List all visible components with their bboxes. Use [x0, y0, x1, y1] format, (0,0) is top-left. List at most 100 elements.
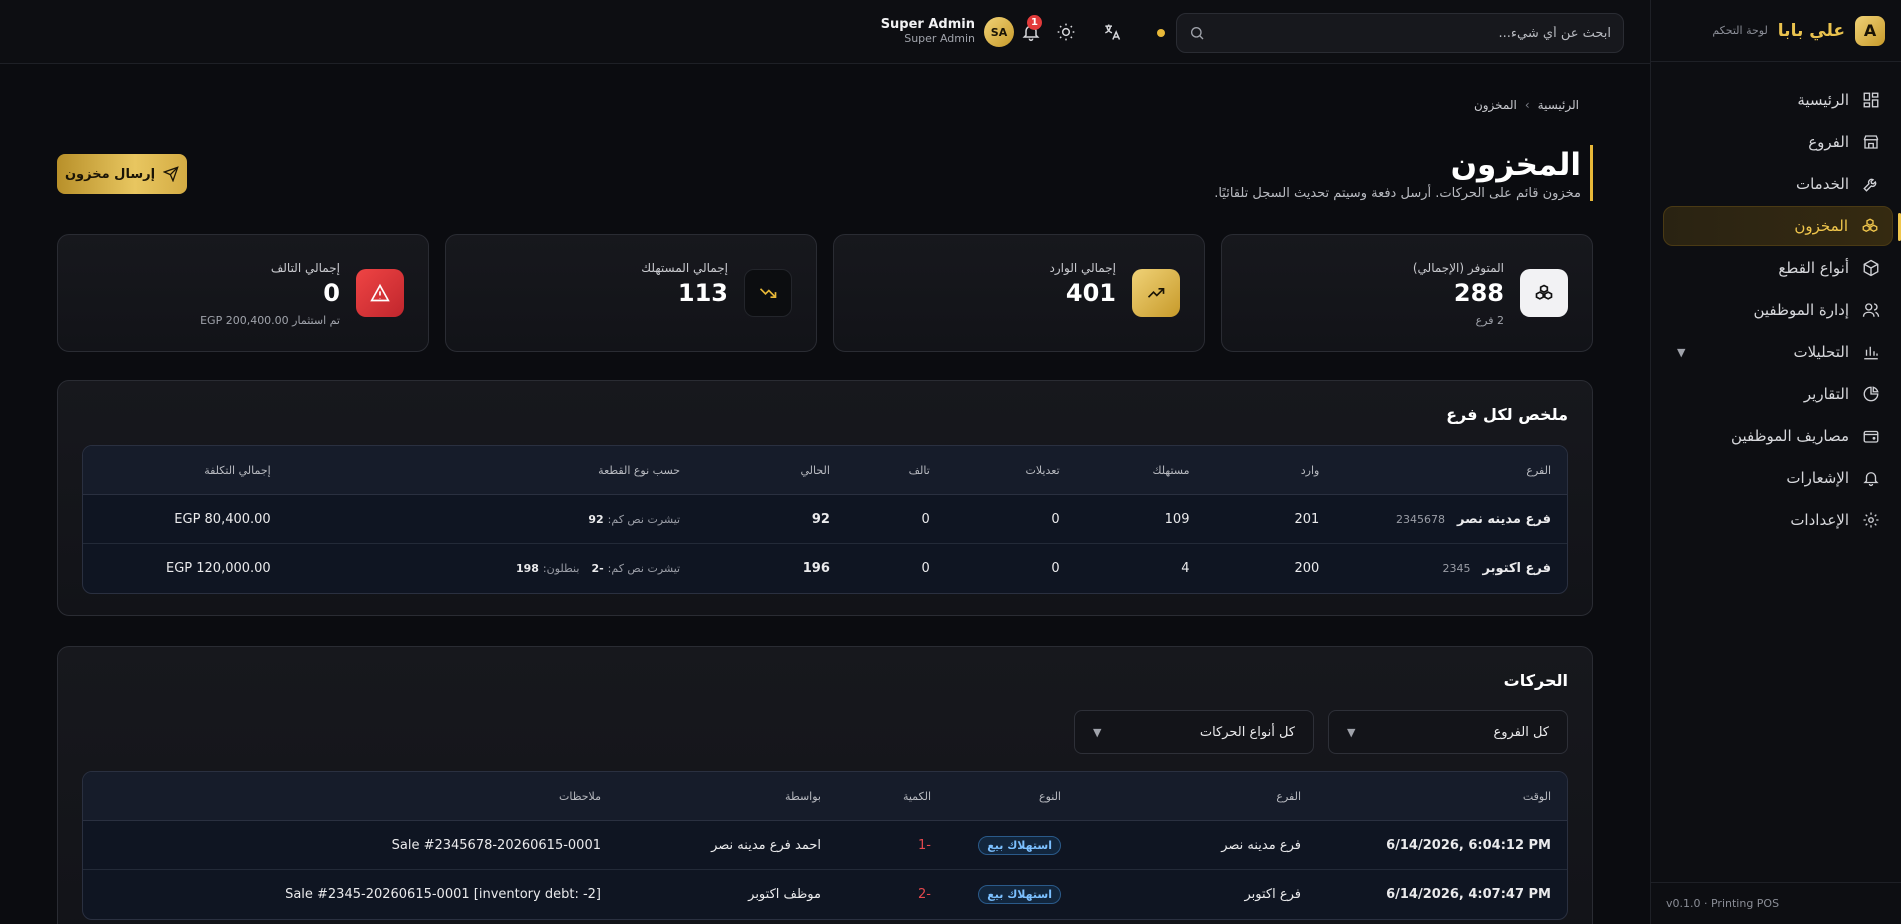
table-row[interactable]: 6/14/2026, 4:07:47 PM فرع اكتوبر استهلاك ب… — [83, 870, 1567, 919]
chevron-down-icon: ▼ — [1093, 725, 1102, 739]
sidebar-item-10[interactable]: الإعدادات — [1663, 500, 1893, 540]
brand-subtitle: لوحة التحكم — [1712, 24, 1768, 37]
sidebar-item-1[interactable]: الفروع — [1663, 122, 1893, 162]
breadcrumb: الرئيسية › المخزون — [1474, 98, 1579, 112]
stat-value: 401 — [1065, 279, 1116, 307]
summary-column-header: تالف — [908, 463, 930, 477]
by-type-cell: تيشرت نص كم:-2 بنطلون:198 — [287, 561, 696, 576]
summary-table-body: فرع مدينه نصر2345678 201 109 0 0 92 تيشرت نص ك… — [83, 495, 1567, 593]
adjustments-cell: 0 — [1051, 511, 1060, 527]
send-inventory-label: إرسال مخزون — [64, 166, 156, 182]
quantity-cell: -2 — [918, 887, 931, 902]
notifications-bell-icon[interactable]: 1 — [1017, 15, 1045, 46]
movement-type-badge: استهلاك بيع — [978, 835, 1061, 855]
sidebar-nav: الرئيسية الفروع الخدمات المخزون أنواع القطع إ… — [1651, 62, 1901, 540]
damaged-cell: 0 — [921, 561, 930, 576]
part-type-name: تيشرت نص كم: — [607, 562, 681, 575]
branch-code: 2345678 — [1396, 512, 1446, 526]
chevron-down-icon[interactable]: ▼ — [1677, 346, 1685, 359]
table-row[interactable]: فرع مدينه نصر2345678 201 109 0 0 92 تيشرت نص ك… — [83, 495, 1567, 544]
translate-icon[interactable] — [1098, 18, 1126, 46]
dashboard-icon — [1861, 90, 1881, 110]
stat-card-available: المتوفر (الإجمالي) 288 2 فرع — [1221, 234, 1593, 352]
stat-value: 113 — [677, 279, 728, 307]
summary-column-header: إجمالي التكلفة — [204, 463, 271, 477]
sidebar-item-9[interactable]: الإشعارات — [1663, 458, 1893, 498]
sidebar-item-5[interactable]: إدارة الموظفين — [1663, 290, 1893, 330]
sidebar-item-3[interactable]: المخزون — [1663, 206, 1901, 246]
sidebar-item-8[interactable]: مصاريف الموظفين — [1663, 416, 1893, 456]
gear-icon — [1861, 510, 1881, 530]
sidebar-item-label: مصاريف الموظفين — [1731, 427, 1849, 445]
boxes-icon — [1520, 269, 1568, 317]
search-bar[interactable] — [1176, 13, 1624, 53]
sidebar-item-label: التقارير — [1803, 385, 1849, 403]
movements-card: الحركات كل الفروع ▼ كل أنواع الحركات ▼ ا… — [57, 646, 1593, 924]
stat-label: المتوفر (الإجمالي) — [1412, 261, 1504, 275]
movements-table: الوقت الفرع النوع الكمية بواسطة ملاحظات 6/14/… — [82, 771, 1568, 920]
branch-cell: فرع اكتوبر — [1244, 887, 1301, 902]
stats-row: المتوفر (الإجمالي) 288 2 فرع إجمالي الوا… — [57, 234, 1593, 352]
boxes-icon — [1860, 216, 1880, 236]
summary-column-header: الحالي — [800, 463, 830, 477]
total-cost-cell: EGP 80,400.00 — [174, 511, 271, 527]
type-cell: استهلاك بيع — [947, 885, 1077, 904]
search-input[interactable] — [1215, 25, 1611, 41]
chevron-down-icon: ▼ — [1347, 725, 1356, 739]
movements-table-header: الوقت الفرع النوع الكمية بواسطة ملاحظات — [83, 772, 1567, 821]
stat-footnote: 2 فرع — [1475, 314, 1504, 327]
sidebar-item-4[interactable]: أنواع القطع — [1663, 248, 1893, 288]
performed-by-cell: احمد فرع مدينه نصر — [711, 837, 821, 853]
trending-down-icon — [744, 269, 792, 317]
version-label: v0.1.0 · Printing POS — [1650, 882, 1901, 924]
damaged-cell: 0 — [921, 511, 930, 527]
avatar[interactable]: SA — [984, 17, 1014, 47]
summary-table-header: الفرع وارد مستهلك تعديلات تالف الحالي حسب نوع … — [83, 446, 1567, 495]
user-name: Super Admin — [880, 17, 975, 32]
current-cell: 92 — [811, 511, 830, 527]
user-role: Super Admin — [904, 32, 975, 45]
movements-table-body: 6/14/2026, 6:04:12 PM فرع مدينه نصر استهلا… — [83, 821, 1567, 919]
sidebar: A علي بابا لوحة التحكم الرئيسية الفروع الخ… — [1650, 0, 1901, 924]
notification-badge: 1 — [1027, 15, 1042, 30]
stat-card-consumed: إجمالي المستهلك 113 — [445, 234, 817, 352]
sidebar-item-label: الفروع — [1808, 133, 1849, 151]
movements-column-header: النوع — [1039, 789, 1061, 803]
summary-table: الفرع وارد مستهلك تعديلات تالف الحالي حسب نوع … — [82, 445, 1568, 594]
sidebar-item-label: الرئيسية — [1797, 91, 1849, 109]
sidebar-item-label: الإعدادات — [1790, 511, 1849, 529]
table-row[interactable]: 6/14/2026, 6:04:12 PM فرع مدينه نصر استهلا… — [83, 821, 1567, 870]
sidebar-item-6[interactable]: التحليلات ▼ — [1663, 332, 1893, 372]
branch-summary-card: ملخص لكل فرع الفرع وارد مستهلك تعديلات تالف ا… — [57, 380, 1593, 616]
page-subtitle: مخزون قائم على الحركات. أرسل دفعة وسيتم … — [1214, 186, 1581, 201]
user-info[interactable]: Super Admin Super Admin — [881, 17, 975, 45]
stat-card-incoming: إجمالي الوارد 401 — [833, 234, 1205, 352]
movements-title: الحركات — [1503, 671, 1568, 690]
type-filter-select[interactable]: كل أنواع الحركات ▼ — [1074, 710, 1314, 754]
send-inventory-button[interactable]: إرسال مخزون — [57, 154, 187, 194]
breadcrumb-home[interactable]: الرئيسية — [1538, 98, 1579, 112]
stat-label: إجمالي المستهلك — [641, 261, 728, 275]
table-row[interactable]: فرع اكتوبر 2345 200 4 0 0 196 تيشرت نص كم:-2 بنط… — [83, 544, 1567, 593]
theme-toggle-icon[interactable] — [1052, 18, 1080, 46]
current-cell: 196 — [802, 561, 830, 576]
sidebar-item-0[interactable]: الرئيسية — [1663, 80, 1893, 120]
part-type-qty: 92 — [588, 512, 604, 526]
sidebar-item-label: المخزون — [1794, 217, 1848, 235]
performed-by-cell: موظف اكتوبر — [748, 887, 821, 902]
part-type-qty: -2 — [591, 562, 604, 575]
sidebar-item-7[interactable]: التقارير — [1663, 374, 1893, 414]
search-icon — [1191, 27, 1204, 40]
movements-column-header: بواسطة — [785, 789, 821, 803]
summary-column-header: الفرع — [1526, 463, 1551, 477]
movements-column-header: الوقت — [1522, 789, 1551, 803]
by-type-cell: تيشرت نص كم:92 — [287, 512, 696, 527]
brand[interactable]: A علي بابا لوحة التحكم — [1651, 0, 1901, 62]
sidebar-item-2[interactable]: الخدمات — [1663, 164, 1893, 204]
notes-cell: Sale #2345-20260615-0001 [inventory debt… — [285, 887, 601, 902]
total-cost-cell: EGP 120,000.00 — [166, 561, 271, 576]
summary-column-header: وارد — [1300, 463, 1320, 477]
page-header: المخزون مخزون قائم على الحركات. أرسل دفع… — [1214, 145, 1593, 201]
brand-name: علي بابا — [1777, 20, 1845, 41]
branch-filter-select[interactable]: كل الفروع ▼ — [1328, 710, 1568, 754]
